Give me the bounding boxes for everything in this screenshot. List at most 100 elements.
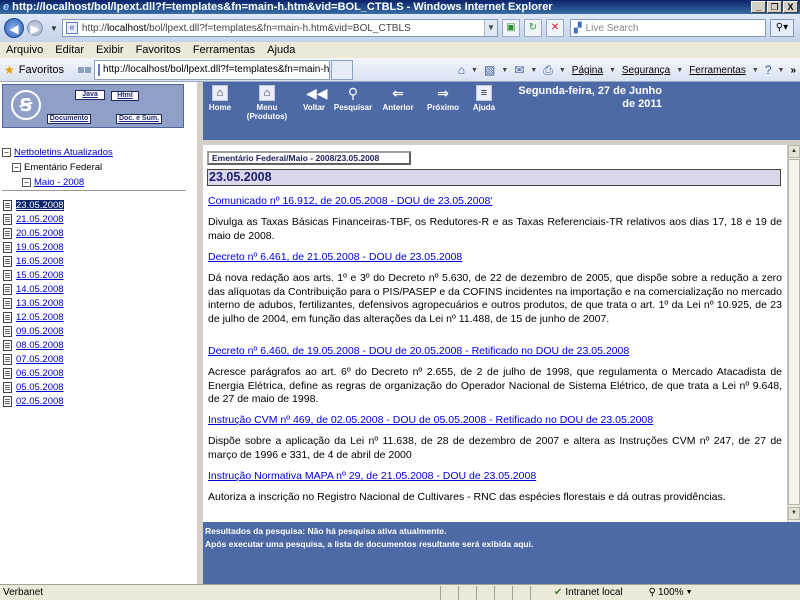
zoom-control[interactable]: ⚲ 100% ▼ [649, 587, 693, 598]
address-input[interactable]: e http://localhost/bol/lpext.dll?f=templ… [61, 19, 498, 37]
quick-tabs-icon[interactable] [78, 66, 92, 73]
tree-link-maio-2008[interactable]: Maio - 2008 [34, 177, 84, 188]
date-list-item[interactable]: 20.05.2008 [3, 226, 64, 240]
help-icon[interactable]: ? [765, 63, 772, 77]
date-link[interactable]: 08.05.2008 [16, 340, 64, 351]
print-icon[interactable]: ⎙ [543, 63, 553, 78]
date-list-item[interactable]: 12.05.2008 [3, 310, 64, 324]
collapse-toggle-icon[interactable]: − [12, 163, 21, 172]
date-link[interactable]: 14.05.2008 [16, 284, 64, 295]
history-dropdown-icon[interactable]: ▼ [50, 24, 58, 33]
date-list-item[interactable]: 15.05.2008 [3, 268, 64, 282]
date-link[interactable]: 15.05.2008 [16, 270, 64, 281]
menu-produtos-button[interactable]: ⌂ Menu (Produtos) [241, 85, 293, 121]
address-dropdown-icon[interactable]: ▼ [483, 20, 497, 36]
date-link[interactable]: 07.05.2008 [16, 354, 64, 365]
home-icon[interactable]: ⌂ [458, 63, 465, 77]
status-bar: Verbanet ✔ Intranet local ⚲ 100% ▼ [0, 584, 800, 600]
menu-arquivo[interactable]: Arquivo [6, 44, 43, 56]
entry-link-decreto-6461[interactable]: Decreto nº 6.461, de 21.05.2008 - DOU de… [208, 251, 462, 263]
date-list-item[interactable]: 09.05.2008 [3, 324, 64, 338]
collapse-toggle-icon[interactable]: − [2, 148, 11, 157]
date-list-item[interactable]: 14.05.2008 [3, 282, 64, 296]
anterior-button[interactable]: ⇐ Anterior [378, 85, 418, 112]
tree-link-netboletins[interactable]: Netboletins Atualizados [14, 147, 113, 158]
date-link[interactable]: 06.05.2008 [16, 368, 64, 379]
html-button[interactable]: Html [111, 91, 139, 101]
ajuda-button[interactable]: ≡ Ajuda [469, 85, 499, 112]
document-icon [3, 325, 12, 337]
security-zone[interactable]: ✔ Intranet local [554, 587, 623, 598]
date-list-item[interactable]: 23.05.2008 [3, 198, 64, 212]
security-menu[interactable]: Segurança [622, 65, 670, 76]
date-link[interactable]: 09.05.2008 [16, 326, 64, 337]
page-menu[interactable]: Página [572, 65, 603, 76]
home-button[interactable]: ⌂ Home [205, 85, 235, 112]
tree-node-maio-2008[interactable]: − Maio - 2008 [2, 175, 113, 190]
date-link[interactable]: 21.05.2008 [16, 214, 64, 225]
document-icon [3, 339, 12, 351]
zoom-dropdown-icon[interactable]: ▼ [686, 589, 693, 596]
menu-ajuda[interactable]: Ajuda [267, 44, 295, 56]
tree-label-ementario[interactable]: Ementário Federal [24, 162, 102, 173]
active-tab[interactable]: http://localhost/bol/lpext.dll?f=templat… [94, 59, 331, 80]
java-button[interactable]: Java [75, 90, 105, 100]
back-button[interactable]: ◀ [4, 18, 24, 38]
date-link[interactable]: 20.05.2008 [16, 228, 64, 239]
chevron-more-icon[interactable]: » [790, 65, 796, 76]
date-link[interactable]: 12.05.2008 [16, 312, 64, 323]
forward-button[interactable]: ▶ [27, 20, 43, 36]
search-input[interactable]: ▞ Live Search [569, 19, 766, 37]
date-list-item[interactable]: 19.05.2008 [3, 240, 64, 254]
proximo-button[interactable]: ⇒ Próximo [423, 85, 463, 112]
entry-link-instrucao-cvm[interactable]: Instrução CVM nº 469, de 02.05.2008 - DO… [208, 414, 653, 426]
minimize-button[interactable]: _ [751, 1, 766, 13]
date-link[interactable]: 19.05.2008 [16, 242, 64, 253]
date-list-item[interactable]: 08.05.2008 [3, 338, 64, 352]
date-list-item[interactable]: 07.05.2008 [3, 352, 64, 366]
refresh-icon[interactable]: ↻ [523, 19, 542, 37]
voltar-button[interactable]: ◀◀ Voltar [299, 85, 329, 112]
documento-button[interactable]: Documento [47, 114, 91, 124]
compatibility-view-icon[interactable]: ▣ [501, 19, 520, 37]
new-tab-button[interactable] [331, 59, 354, 80]
date-list-item[interactable]: 05.05.2008 [3, 380, 64, 394]
tree-node-ementario[interactable]: − Ementário Federal [2, 160, 113, 175]
date-list-item[interactable]: 21.05.2008 [3, 212, 64, 226]
content-scrollbar[interactable]: ▲ ▼ [787, 145, 800, 522]
menu-favoritos[interactable]: Favoritos [136, 44, 181, 56]
date-link[interactable]: 13.05.2008 [16, 298, 64, 309]
entry-link-decreto-6460[interactable]: Decreto nº 6.460, de 19.05.2008 - DOU de… [208, 345, 629, 357]
mail-icon[interactable]: ✉ [514, 63, 524, 77]
entry-link-instrucao-mapa[interactable]: Instrução Normativa MAPA nº 29, de 21.05… [208, 470, 536, 482]
scrollbar-thumb[interactable] [788, 159, 800, 505]
date-list-item[interactable]: 02.05.2008 [3, 394, 64, 408]
favorites-button[interactable]: Favoritos [19, 64, 64, 76]
tree-node-netboletins[interactable]: − Netboletins Atualizados [2, 145, 113, 160]
doc-e-sum-button[interactable]: Doc. e Sum. [116, 114, 162, 124]
entry-link-comunicado[interactable]: Comunicado nº 16.912, de 20.05.2008 - DO… [208, 195, 492, 207]
stop-icon[interactable]: ✕ [545, 19, 564, 37]
menu-exibir[interactable]: Exibir [96, 44, 124, 56]
date-list-item[interactable]: 06.05.2008 [3, 366, 64, 380]
tools-menu[interactable]: Ferramentas [689, 65, 746, 76]
scroll-up-icon[interactable]: ▲ [788, 145, 800, 158]
date-link[interactable]: 02.05.2008 [16, 396, 64, 407]
close-button[interactable]: X [783, 1, 798, 13]
feeds-icon[interactable]: ▧ [484, 63, 495, 77]
pesquisar-button[interactable]: ⚲ Pesquisar [331, 85, 375, 112]
menu-ferramentas[interactable]: Ferramentas [193, 44, 255, 56]
window-title: http://localhost/bol/lpext.dll?f=templat… [12, 1, 553, 13]
date-link[interactable]: 05.05.2008 [16, 382, 64, 393]
scroll-down-icon[interactable]: ▼ [788, 507, 800, 520]
search-icon[interactable]: ⚲▾ [769, 19, 794, 37]
menu-editar[interactable]: Editar [55, 44, 84, 56]
date-list-item[interactable]: 13.05.2008 [3, 296, 64, 310]
date-link[interactable]: 23.05.2008 [16, 199, 64, 211]
address-url[interactable]: http://localhost/bol/lpext.dll?f=templat… [82, 23, 484, 34]
date-link[interactable]: 16.05.2008 [16, 256, 64, 267]
maximize-button[interactable]: ❐ [767, 1, 782, 13]
collapse-toggle-icon[interactable]: − [22, 178, 31, 187]
date-list-item[interactable]: 16.05.2008 [3, 254, 64, 268]
favorites-star-icon[interactable]: ★ [4, 63, 15, 77]
